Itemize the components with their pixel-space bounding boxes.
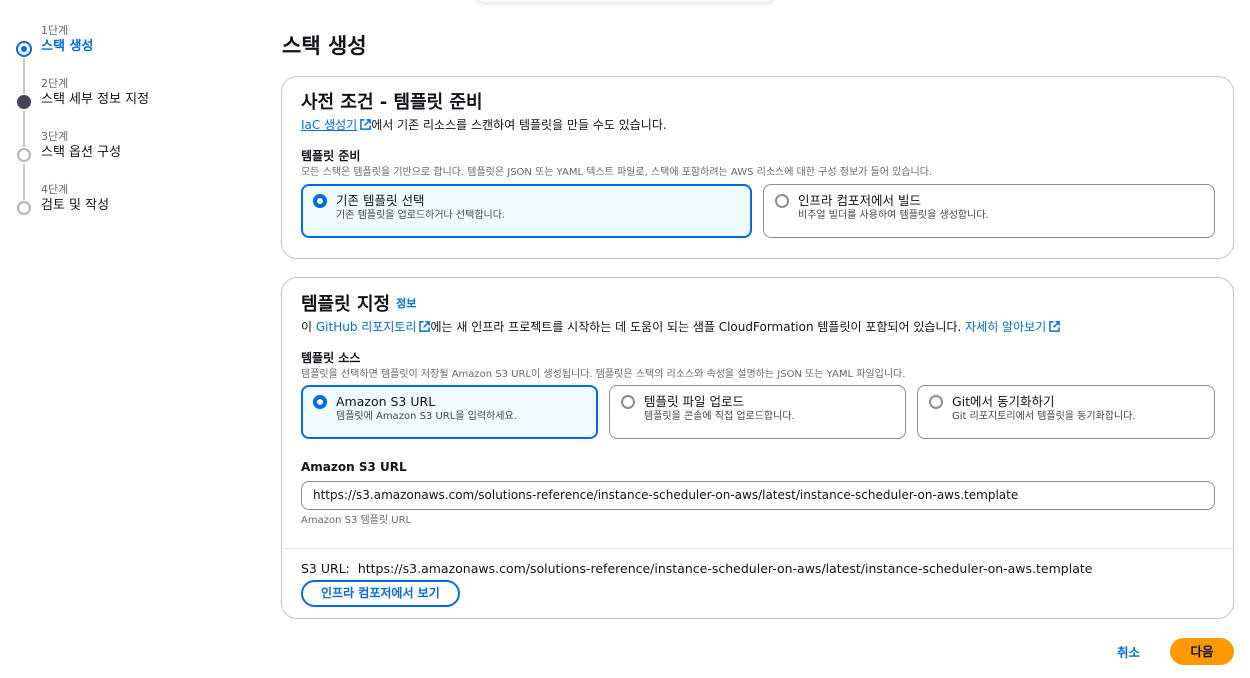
prepare-template-label: 템플릿 준비 bbox=[301, 149, 361, 163]
option-desc: 비주얼 빌더를 사용하여 템플릿을 생성합니다. bbox=[798, 210, 989, 221]
step-label: 스택 생성 bbox=[41, 39, 94, 54]
source-upload-file[interactable]: 템플릿 파일 업로드 템플릿을 콘솔에 직접 업로드합니다. bbox=[609, 385, 906, 439]
source-title: Amazon S3 URL bbox=[336, 394, 436, 409]
specify-description: 이 GitHub 리포지토리 에는 새 인프라 프로젝트를 시작하는 데 도움이 … bbox=[301, 319, 1219, 335]
s3-url-input[interactable]: https://s3.amazonaws.com/solutions-refer… bbox=[301, 481, 1215, 510]
step-2[interactable]: 2단계 스택 세부 정보 지정 bbox=[16, 77, 246, 147]
option-title: 인프라 컴포저에서 빌드 bbox=[798, 193, 921, 208]
radio-selected-icon[interactable] bbox=[313, 194, 327, 208]
step-number: 3단계 bbox=[41, 130, 69, 143]
step-label: 스택 세부 정보 지정 bbox=[41, 92, 150, 107]
option-infra-composer[interactable]: 인프라 컴포저에서 빌드 비주얼 빌더를 사용하여 템플릿을 생성합니다. bbox=[763, 184, 1215, 238]
prepare-template-desc: 모든 스택은 템플릿을 기반으로 합니다. 템플릿은 JSON 또는 YAML … bbox=[301, 167, 933, 178]
cancel-button[interactable]: 취소 bbox=[1117, 642, 1140, 661]
step-dot-icon bbox=[17, 95, 31, 109]
radio-icon[interactable] bbox=[621, 395, 635, 409]
source-desc: Git 리포지토리에서 템플릿을 동기화합니다. bbox=[952, 411, 1136, 422]
step-number: 4단계 bbox=[41, 183, 69, 196]
prereq-container: 사전 조건 - 템플릿 준비 IaC 생성기 에서 기존 리소스를 스캔하여 템플… bbox=[281, 76, 1234, 259]
step-number: 2단계 bbox=[41, 77, 69, 90]
source-s3-url[interactable]: Amazon S3 URL 템플릿에 Amazon S3 URL을 입력하세요. bbox=[301, 385, 598, 439]
prereq-description: IaC 생성기 에서 기존 리소스를 스캔하여 템플릿을 만들 수도 있습니다. bbox=[301, 118, 667, 132]
external-link-icon bbox=[419, 321, 431, 332]
step-4[interactable]: 4단계 검토 및 작성 bbox=[16, 183, 246, 236]
next-button[interactable]: 다음 bbox=[1170, 638, 1234, 665]
step-active-icon bbox=[16, 41, 32, 57]
prereq-title: 사전 조건 - 템플릿 준비 bbox=[301, 92, 483, 113]
radio-selected-icon[interactable] bbox=[313, 395, 327, 409]
specify-template-container: 템플릿 지정 정보 이 GitHub 리포지토리 에는 새 인프라 프로젝트를 시작… bbox=[281, 277, 1234, 619]
learn-more-link[interactable]: 자세히 알아보기 bbox=[965, 320, 1061, 334]
template-source-label: 템플릿 소스 bbox=[301, 351, 361, 365]
s3-url-display: S3 URL: https://s3.amazonaws.com/solutio… bbox=[301, 561, 1093, 576]
step-1[interactable]: 1단계 스택 생성 bbox=[16, 24, 246, 94]
source-desc: 템플릿을 콘솔에 직접 업로드합니다. bbox=[644, 411, 795, 422]
s3-url-label: Amazon S3 URL bbox=[301, 460, 407, 474]
radio-icon[interactable] bbox=[929, 395, 943, 409]
option-desc: 기존 템플릿을 업로드하거나 선택합니다. bbox=[336, 210, 506, 221]
specify-title: 템플릿 지정 정보 bbox=[301, 294, 417, 315]
s3-url-hint: Amazon S3 템플릿 URL bbox=[301, 515, 412, 526]
external-link-icon bbox=[360, 119, 372, 130]
source-desc: 템플릿에 Amazon S3 URL을 입력하세요. bbox=[336, 411, 517, 422]
source-title: 템플릿 파일 업로드 bbox=[644, 394, 744, 409]
source-title: Git에서 동기화하기 bbox=[952, 394, 1055, 409]
step-label: 검토 및 작성 bbox=[41, 198, 110, 213]
step-3[interactable]: 3단계 스택 옵션 구성 bbox=[16, 130, 246, 200]
github-repo-link[interactable]: GitHub 리포지토리 bbox=[316, 320, 431, 334]
page-title: 스택 생성 bbox=[282, 34, 367, 58]
divider bbox=[282, 548, 1233, 549]
template-source-desc: 템플릿을 선택하면 템플릿이 저장될 Amazon S3 URL이 생성됩니다.… bbox=[301, 369, 906, 380]
option-existing-template[interactable]: 기존 템플릿 선택 기존 템플릿을 업로드하거나 선택합니다. bbox=[301, 184, 752, 238]
iac-generator-link[interactable]: IaC 생성기 bbox=[301, 118, 372, 132]
external-link-icon bbox=[1049, 321, 1061, 332]
view-in-composer-button[interactable]: 인프라 컴포저에서 보기 bbox=[301, 580, 460, 607]
step-dot-icon bbox=[17, 148, 31, 162]
option-title: 기존 템플릿 선택 bbox=[336, 193, 425, 208]
top-overlay-edge bbox=[475, 0, 775, 2]
step-dot-icon bbox=[17, 201, 31, 215]
radio-icon[interactable] bbox=[775, 194, 789, 208]
source-git-sync[interactable]: Git에서 동기화하기 Git 리포지토리에서 템플릿을 동기화합니다. bbox=[917, 385, 1215, 439]
info-link[interactable]: 정보 bbox=[396, 297, 416, 310]
step-label: 스택 옵션 구성 bbox=[41, 145, 122, 160]
step-number: 1단계 bbox=[41, 24, 69, 37]
wizard-steps: 1단계 스택 생성 2단계 스택 세부 정보 지정 3단계 스택 옵션 구성 4… bbox=[16, 24, 246, 236]
